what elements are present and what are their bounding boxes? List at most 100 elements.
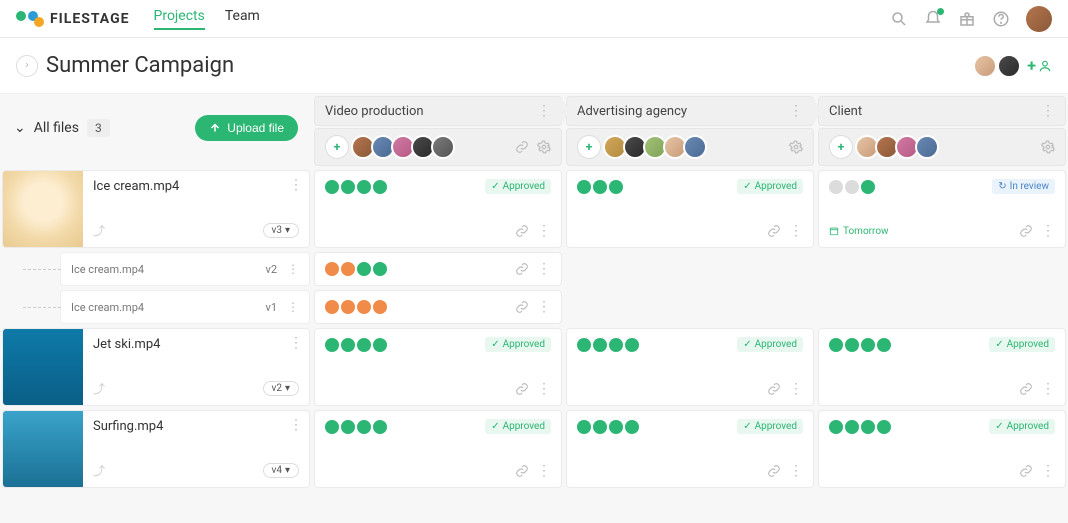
review-status-dots bbox=[577, 338, 639, 352]
bell-icon[interactable] bbox=[924, 10, 942, 28]
gear-icon[interactable] bbox=[1041, 140, 1055, 154]
main-nav: Projects Team bbox=[154, 8, 260, 30]
file-card[interactable]: ⋮ Ice cream.mp4 ⤴ v3 ▾ bbox=[2, 170, 310, 248]
file-menu[interactable]: ⋮ bbox=[289, 177, 303, 193]
review-card[interactable]: ⋮ bbox=[314, 252, 562, 286]
status-badge: ✓ Approved bbox=[485, 179, 551, 194]
review-card[interactable]: ✓ Approved ⋮ bbox=[566, 328, 814, 406]
stage-menu[interactable]: ⋮ bbox=[1041, 103, 1055, 119]
upload-version-icon[interactable]: ⤴ bbox=[93, 380, 105, 397]
card-menu[interactable]: ⋮ bbox=[789, 223, 803, 239]
stage-name: Advertising agency bbox=[577, 104, 687, 119]
logo-icon bbox=[16, 11, 44, 27]
link-icon[interactable] bbox=[1019, 464, 1033, 478]
gear-icon[interactable] bbox=[537, 140, 551, 154]
file-menu[interactable]: ⋮ bbox=[289, 335, 303, 351]
review-card[interactable]: ✓ Approved ⋮ bbox=[818, 410, 1066, 488]
stage-reviewers-video: + bbox=[314, 128, 562, 166]
version-pill[interactable]: v4 ▾ bbox=[263, 463, 300, 478]
status-badge: ✓ Approved bbox=[485, 337, 551, 352]
nav-projects[interactable]: Projects bbox=[154, 8, 205, 30]
gear-icon[interactable] bbox=[789, 140, 803, 154]
add-member-button[interactable]: + bbox=[1027, 56, 1052, 75]
card-menu[interactable]: ⋮ bbox=[1041, 381, 1055, 397]
topbar: FILESTAGE Projects Team bbox=[0, 0, 1068, 38]
link-icon[interactable] bbox=[1019, 382, 1033, 396]
card-menu[interactable]: ⋮ bbox=[1041, 223, 1055, 239]
card-menu[interactable]: ⋮ bbox=[1041, 463, 1055, 479]
member-avatar[interactable] bbox=[973, 54, 997, 78]
version-pill[interactable]: v3 ▾ bbox=[263, 223, 300, 238]
project-titlebar: › Summer Campaign + bbox=[0, 38, 1068, 94]
stage-name: Video production bbox=[325, 104, 424, 119]
user-avatar[interactable] bbox=[1026, 6, 1052, 32]
version-menu[interactable]: ⋮ bbox=[287, 262, 299, 276]
add-reviewer-button[interactable]: + bbox=[325, 135, 349, 159]
card-menu[interactable]: ⋮ bbox=[789, 463, 803, 479]
review-status-dots bbox=[325, 180, 387, 194]
card-menu[interactable]: ⋮ bbox=[537, 299, 551, 315]
stage-menu[interactable]: ⋮ bbox=[789, 103, 803, 119]
file-card[interactable]: ⋮ Jet ski.mp4 ⤴ v2 ▾ bbox=[2, 328, 310, 406]
reviewer-avatar[interactable] bbox=[431, 135, 455, 159]
help-icon[interactable] bbox=[992, 10, 1010, 28]
review-status-dots bbox=[325, 420, 387, 434]
review-card[interactable]: ✓ Approved ⋮ bbox=[314, 170, 562, 248]
version-label: v1 bbox=[265, 301, 277, 314]
file-version-row[interactable]: Ice cream.mp4 v2 ⋮ bbox=[60, 252, 310, 286]
review-status-dots bbox=[829, 420, 891, 434]
card-menu[interactable]: ⋮ bbox=[537, 463, 551, 479]
link-icon[interactable] bbox=[515, 224, 529, 238]
file-thumbnail bbox=[3, 171, 83, 248]
stage-reviewers-client: + bbox=[818, 128, 1066, 166]
link-icon[interactable] bbox=[515, 382, 529, 396]
review-status-dots bbox=[577, 420, 639, 434]
status-badge: ✓ Approved bbox=[737, 419, 803, 434]
link-icon[interactable] bbox=[767, 464, 781, 478]
review-card[interactable]: ✓ Approved ⋮ bbox=[818, 328, 1066, 406]
review-card[interactable]: ↻ In review Tomorrow ⋮ bbox=[818, 170, 1066, 248]
collapse-toggle[interactable]: › bbox=[16, 55, 38, 77]
file-count: 3 bbox=[87, 119, 110, 137]
upload-version-icon[interactable]: ⤴ bbox=[93, 222, 105, 239]
link-icon[interactable] bbox=[767, 224, 781, 238]
review-card[interactable]: ⋮ bbox=[314, 290, 562, 324]
all-files-label: All files bbox=[34, 120, 79, 136]
link-icon[interactable] bbox=[767, 382, 781, 396]
logo[interactable]: FILESTAGE bbox=[16, 11, 130, 27]
card-menu[interactable]: ⋮ bbox=[537, 261, 551, 277]
topbar-actions bbox=[890, 6, 1052, 32]
card-menu[interactable]: ⋮ bbox=[789, 381, 803, 397]
upload-file-button[interactable]: Upload file bbox=[195, 115, 298, 141]
add-reviewer-button[interactable]: + bbox=[829, 135, 853, 159]
all-files-toggle[interactable]: ⌄ All files 3 bbox=[14, 119, 110, 137]
link-icon[interactable] bbox=[1019, 224, 1033, 238]
card-menu[interactable]: ⋮ bbox=[537, 381, 551, 397]
review-card[interactable]: ✓ Approved ⋮ bbox=[314, 328, 562, 406]
review-card[interactable]: ✓ Approved ⋮ bbox=[314, 410, 562, 488]
project-members: + bbox=[973, 54, 1052, 78]
link-icon[interactable] bbox=[515, 464, 529, 478]
card-menu[interactable]: ⋮ bbox=[537, 223, 551, 239]
member-avatar[interactable] bbox=[997, 54, 1021, 78]
file-menu[interactable]: ⋮ bbox=[289, 417, 303, 433]
add-reviewer-button[interactable]: + bbox=[577, 135, 601, 159]
upload-version-icon[interactable]: ⤴ bbox=[93, 462, 105, 479]
status-badge: ✓ Approved bbox=[989, 419, 1055, 434]
version-pill[interactable]: v2 ▾ bbox=[263, 381, 300, 396]
link-icon[interactable] bbox=[515, 300, 529, 314]
stage-menu[interactable]: ⋮ bbox=[537, 103, 551, 119]
file-version-row[interactable]: Ice cream.mp4 v1 ⋮ bbox=[60, 290, 310, 324]
reviewer-avatar[interactable] bbox=[915, 135, 939, 159]
link-icon[interactable] bbox=[515, 262, 529, 276]
review-card[interactable]: ✓ Approved ⋮ bbox=[566, 410, 814, 488]
review-card[interactable]: ✓ Approved ⋮ bbox=[566, 170, 814, 248]
reviewer-avatar[interactable] bbox=[683, 135, 707, 159]
gift-icon[interactable] bbox=[958, 10, 976, 28]
version-menu[interactable]: ⋮ bbox=[287, 300, 299, 314]
file-name: Ice cream.mp4 bbox=[71, 301, 144, 314]
link-icon[interactable] bbox=[515, 140, 529, 154]
search-icon[interactable] bbox=[890, 10, 908, 28]
file-card[interactable]: ⋮ Surfing.mp4 ⤴ v4 ▾ bbox=[2, 410, 310, 488]
nav-team[interactable]: Team bbox=[225, 8, 260, 30]
